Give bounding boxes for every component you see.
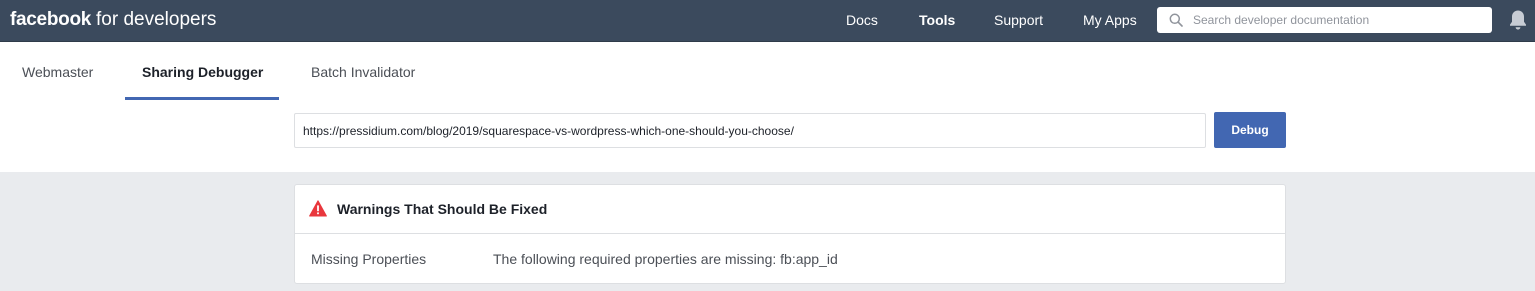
brand-for-developers: for developers bbox=[96, 9, 217, 30]
nav-my-apps[interactable]: My Apps bbox=[1083, 12, 1137, 29]
url-input[interactable] bbox=[294, 113, 1206, 148]
search-icon bbox=[1169, 13, 1183, 27]
nav-tools[interactable]: Tools bbox=[919, 12, 955, 29]
brand-facebook: facebook bbox=[10, 9, 92, 30]
missing-properties-value: The following required properties are mi… bbox=[493, 251, 838, 267]
notifications-bell-icon[interactable] bbox=[1508, 9, 1528, 31]
debugger-toolbar: Webmaster Sharing Debugger Batch Invalid… bbox=[0, 42, 1535, 172]
active-tab-indicator bbox=[125, 97, 279, 100]
search-box[interactable] bbox=[1157, 7, 1492, 33]
warnings-title: Warnings That Should Be Fixed bbox=[337, 201, 548, 217]
nav-docs[interactable]: Docs bbox=[846, 12, 878, 29]
tab-webmaster[interactable]: Webmaster bbox=[22, 64, 93, 81]
top-navigation-bar: facebook for developers Docs Tools Suppor… bbox=[0, 0, 1535, 42]
warning-triangle-icon bbox=[309, 200, 327, 217]
nav-support[interactable]: Support bbox=[994, 12, 1043, 29]
facebook-for-developers-logo[interactable]: facebook for developers bbox=[10, 8, 216, 32]
warnings-panel-header: Warnings That Should Be Fixed bbox=[295, 185, 1285, 234]
missing-properties-label: Missing Properties bbox=[311, 251, 427, 267]
warnings-panel: Warnings That Should Be Fixed Missing Pr… bbox=[294, 184, 1286, 284]
search-input[interactable] bbox=[1193, 10, 1483, 30]
tab-batch-invalidator[interactable]: Batch Invalidator bbox=[311, 64, 415, 81]
debug-button[interactable]: Debug bbox=[1214, 112, 1286, 148]
tab-sharing-debugger[interactable]: Sharing Debugger bbox=[142, 64, 263, 81]
